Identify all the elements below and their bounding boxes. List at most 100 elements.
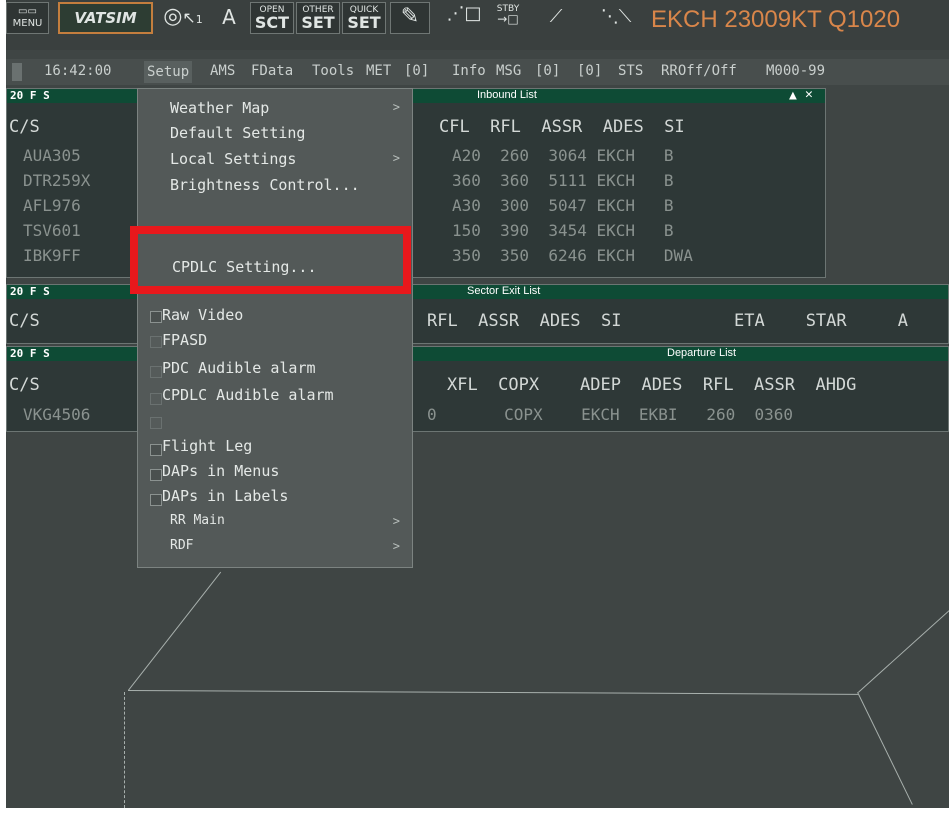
msg-count-b: [0]: [577, 63, 603, 79]
menu-icon: ▭▭: [18, 6, 37, 17]
stby-big-label: →□: [497, 12, 519, 26]
pencil-icon: ✎: [400, 4, 420, 29]
menu-item-daps-in-menus[interactable]: DAPs in Menus: [162, 462, 279, 480]
a-button[interactable]: A: [216, 2, 242, 34]
menu-item-local-settings[interactable]: Local Settings: [170, 150, 296, 168]
route-button[interactable]: ⋱⟍: [590, 2, 642, 34]
msg-menu-button[interactable]: MSG: [496, 63, 521, 79]
quick-set-button[interactable]: QUICK SET: [342, 2, 386, 34]
map-boundary-line: [128, 571, 222, 691]
inbound-list-titlebar[interactable]: 20 F S Inbound List ▲ ✕: [7, 87, 825, 103]
inbound-list-title: Inbound List: [477, 89, 537, 101]
table-row-cs[interactable]: DTR259X: [23, 171, 90, 190]
other-set-button[interactable]: OTHER SET: [296, 2, 340, 34]
menu-item-brightness-control[interactable]: Brightness Control...: [170, 176, 360, 194]
submenu-arrow-icon: >: [392, 539, 400, 553]
table-row-data[interactable]: A30 300 5047 EKCH B: [452, 196, 674, 215]
close-icon[interactable]: ✕: [805, 87, 813, 102]
map-boundary-line: [858, 598, 949, 693]
window-toggle-button[interactable]: ⋰□: [441, 2, 487, 34]
metar-display: EKCH 23009KT Q1020: [651, 6, 901, 33]
ams-menu-button[interactable]: AMS: [210, 63, 235, 79]
bottom-border: [0, 808, 949, 814]
main-toolbar: ▭▭ MENU VATSIM ◎↖1 A OPEN SCT OTHER SET …: [6, 0, 949, 50]
raw-video-checkbox[interactable]: [150, 311, 162, 323]
table-row-cs[interactable]: AUA305: [23, 146, 81, 165]
left-border: [0, 0, 6, 814]
table-row-data[interactable]: A20 260 3064 EKCH B: [452, 146, 674, 165]
altitude-filter[interactable]: M000-99: [766, 63, 825, 79]
cursor-icon: ↖: [182, 8, 196, 27]
menu-item-pdc-audible-alarm[interactable]: PDC Audible alarm: [162, 359, 316, 377]
menu-item-cpdlc-audible-alarm[interactable]: CPDLC Audible alarm: [162, 386, 334, 404]
sts-menu-button[interactable]: STS: [618, 63, 643, 79]
pdc-alarm-checkbox[interactable]: [150, 366, 162, 378]
table-row-data[interactable]: 350 350 6246 EKCH DWA: [452, 246, 693, 265]
table-row-cs[interactable]: IBK9FF: [23, 246, 81, 265]
met-count: [0]: [404, 63, 430, 79]
table-row-cs[interactable]: VKG4506: [23, 405, 90, 424]
table-row-data[interactable]: 0 COPX EKCH EKBI 260 0360: [427, 405, 793, 424]
menu-item-default-setting[interactable]: Default Setting: [170, 124, 305, 142]
status-indicator: [12, 63, 22, 81]
setup-menu-button[interactable]: Setup: [144, 61, 193, 83]
menu-button[interactable]: ▭▭ MENU: [6, 2, 49, 34]
radar-screen: ▭▭ MENU VATSIM ◎↖1 A OPEN SCT OTHER SET …: [0, 0, 949, 814]
highlight-box: [130, 226, 411, 294]
menu-item-daps-in-labels[interactable]: DAPs in Labels: [162, 487, 288, 505]
submenu-arrow-icon: >: [392, 100, 400, 114]
route-icon: ⋱⟍: [600, 6, 632, 27]
vatsim-logo: VATSIM: [74, 9, 137, 27]
fpasd-checkbox[interactable]: [150, 336, 162, 348]
status-bar: 16:42:00 Setup AMS FData Tools MET [0] I…: [6, 59, 949, 85]
submenu-arrow-icon: >: [392, 514, 400, 528]
daps-menus-checkbox[interactable]: [150, 469, 162, 481]
fdata-menu-button[interactable]: FData: [251, 63, 293, 79]
cpdlc-alarm-checkbox[interactable]: [150, 393, 162, 405]
a-label: A: [222, 5, 236, 29]
tools-menu-button[interactable]: Tools: [312, 63, 354, 79]
stby-button[interactable]: STBY →□: [490, 2, 526, 34]
open-sct-button[interactable]: OPEN SCT: [250, 2, 294, 34]
menu-item-flight-leg[interactable]: Flight Leg: [162, 437, 252, 455]
radar-cursor-button[interactable]: ◎↖1: [158, 2, 208, 34]
sector-exit-title: Sector Exit List: [467, 285, 541, 297]
measure-button[interactable]: ⟋: [534, 2, 578, 34]
table-row-cs[interactable]: TSV601: [23, 221, 81, 240]
msg-count-a: [0]: [535, 63, 561, 79]
disabled-checkbox: [150, 417, 162, 429]
rr-toggle[interactable]: RROff/Off: [661, 63, 737, 79]
inbound-columns-header: CFL RFL ASSR ADES SI: [439, 117, 685, 137]
table-row-cs[interactable]: AFL976: [23, 196, 81, 215]
departure-list-title: Departure List: [667, 347, 737, 359]
measure-icon: ⟋: [549, 6, 563, 27]
quick-big-label: SET: [347, 13, 381, 32]
flight-leg-checkbox[interactable]: [150, 444, 162, 456]
sector-exit-columns-header: RFL ASSR ADES SI ETA STAR A: [427, 311, 909, 331]
table-row-data[interactable]: 360 360 5111 EKCH B: [452, 171, 674, 190]
other-big-label: SET: [301, 13, 335, 32]
departure-columns-header: XFL COPX ADEP ADES RFL ASSR AHDG: [447, 375, 857, 395]
clock: 16:42:00: [44, 63, 112, 79]
window-flags[interactable]: 20 F S: [10, 347, 50, 360]
table-row-data[interactable]: 150 390 3454 EKCH B: [452, 221, 674, 240]
window-flags[interactable]: 20 F S: [10, 285, 50, 298]
window-flags[interactable]: 20 F S: [10, 89, 50, 102]
daps-labels-checkbox[interactable]: [150, 494, 162, 506]
menu-item-rdf[interactable]: RDF: [170, 538, 193, 553]
submenu-arrow-icon: >: [392, 151, 400, 165]
map-dashed-line: [124, 692, 125, 808]
menu-item-rr-main[interactable]: RR Main: [170, 513, 225, 528]
menu-label: MENU: [12, 18, 43, 29]
info-menu-button[interactable]: Info: [452, 63, 486, 79]
vatsim-button[interactable]: VATSIM: [58, 2, 153, 34]
window-icon: ⋰□: [446, 3, 482, 24]
map-boundary-line: [857, 692, 913, 805]
menu-item-fpasd[interactable]: FPASD: [162, 331, 207, 349]
draw-button[interactable]: ✎: [390, 2, 430, 34]
map-boundary-line: [127, 690, 858, 695]
collapse-icon[interactable]: ▲: [789, 88, 797, 103]
menu-item-raw-video[interactable]: Raw Video: [162, 306, 243, 324]
menu-item-weather-map[interactable]: Weather Map: [170, 99, 269, 117]
met-menu-button[interactable]: MET: [366, 63, 391, 79]
